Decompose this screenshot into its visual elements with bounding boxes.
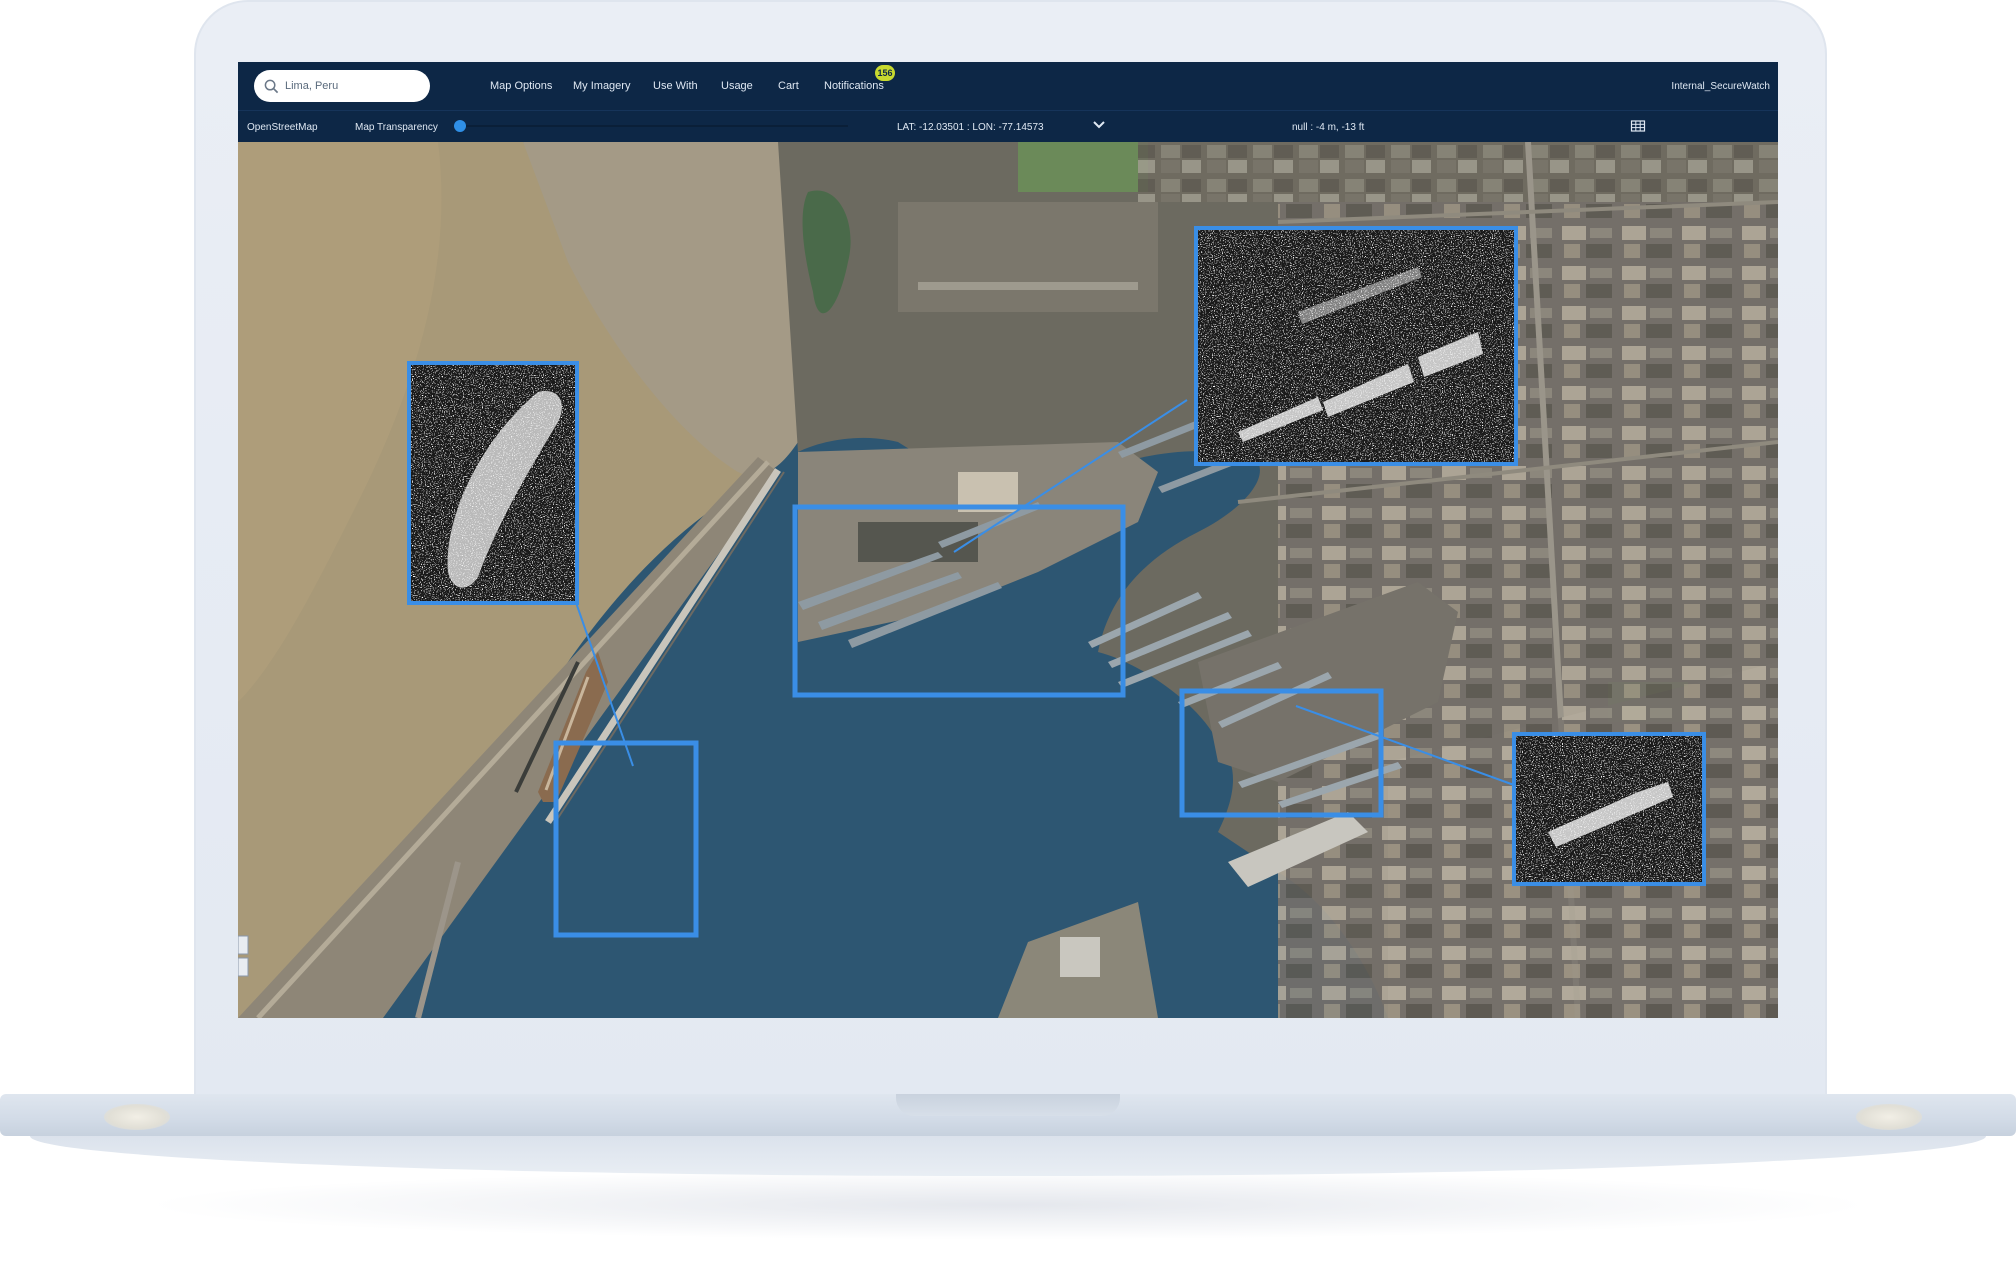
transparency-label: Map Transparency (355, 121, 438, 133)
search-icon (264, 79, 279, 93)
transparency-slider-thumb[interactable] (454, 120, 466, 132)
laptop-foot-right (1856, 1104, 1922, 1130)
green-field (1018, 142, 1148, 192)
satellite-map[interactable] (238, 142, 1778, 1018)
coordinates-readout: LAT: -12.03501 : LON: -77.14573 (897, 121, 1044, 133)
nav-usage[interactable]: Usage (721, 62, 753, 110)
nav-use-with[interactable]: Use With (653, 62, 698, 110)
parking-lot (858, 522, 978, 562)
sar-inset-naval-base[interactable] (1194, 226, 1518, 466)
sar-inset-docks[interactable] (1512, 732, 1706, 886)
nav-item-cart[interactable]: Cart (778, 80, 799, 92)
zoom-out-button[interactable] (238, 957, 249, 977)
laptop-notch (896, 1094, 1120, 1116)
user-account[interactable]: Internal_SecureWatch (1671, 62, 1770, 110)
nav-item-usage[interactable]: Usage (721, 80, 753, 92)
nav-map-options[interactable]: Map Options (490, 62, 552, 110)
urban-north (1138, 142, 1778, 202)
nav-cart[interactable]: Cart (778, 62, 799, 110)
nav-item-notifications[interactable]: Notifications (824, 80, 884, 92)
nav-item-map-options[interactable]: Map Options (490, 80, 552, 92)
top-bar: Map Options My Imagery Use With Usage Ca… (238, 62, 1778, 142)
coordinates-dropdown[interactable] (1089, 112, 1109, 138)
sar-inset-tanker[interactable] (407, 361, 579, 605)
laptop-foot-left (104, 1104, 170, 1130)
search-box[interactable] (254, 70, 430, 102)
airfield-area (898, 202, 1158, 312)
notifications-badge: 156 (875, 65, 895, 81)
nav-item-my-imagery[interactable]: My Imagery (573, 80, 630, 92)
container-yard (1060, 937, 1100, 977)
app-screen: Map Options My Imagery Use With Usage Ca… (238, 62, 1778, 1018)
chevron-down-icon (1093, 121, 1105, 129)
basemap-selector[interactable]: OpenStreetMap (247, 111, 318, 143)
elevation-readout: null : -4 m, -13 ft (1292, 121, 1365, 133)
laptop-shadow (140, 1170, 1876, 1240)
nav-item-use-with[interactable]: Use With (653, 80, 698, 92)
runway (918, 282, 1138, 290)
top-bar-primary: Map Options My Imagery Use With Usage Ca… (238, 62, 1778, 110)
search-input[interactable] (285, 80, 425, 92)
zoom-in-button[interactable] (238, 935, 249, 955)
nav-my-imagery[interactable]: My Imagery (573, 62, 630, 110)
transparency-slider[interactable] (454, 120, 848, 132)
grid-icon[interactable] (1630, 118, 1646, 134)
